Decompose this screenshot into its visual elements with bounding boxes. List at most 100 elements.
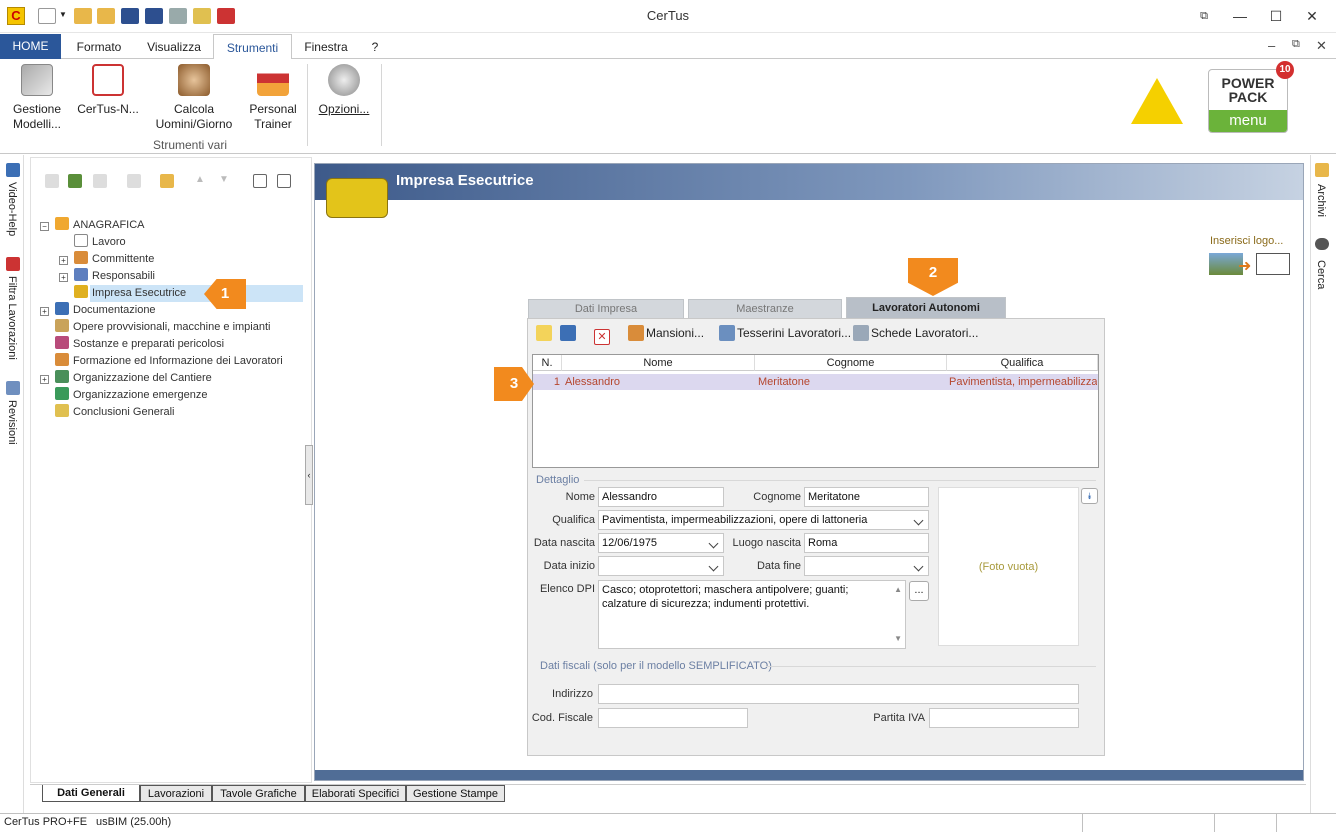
restore-ribbon-icon[interactable]: ⧉ [1190, 6, 1218, 26]
indirizzo-field[interactable] [598, 684, 1079, 704]
tree-node-sostanze[interactable]: Sostanze e preparati pericolosi [55, 336, 224, 353]
tree-node-lavoro[interactable]: Lavoro [74, 234, 126, 251]
new-node-icon[interactable] [45, 174, 59, 188]
tab-formato[interactable]: Formato [68, 34, 130, 59]
partita-iva-field[interactable] [929, 708, 1079, 728]
powerpack-menu-button[interactable]: POWER PACK menu [1208, 69, 1288, 133]
tree-expander[interactable]: − [40, 222, 49, 231]
archivi-icon[interactable] [1315, 163, 1329, 177]
collapse-detail-icon[interactable]: ⯯ [1081, 488, 1098, 504]
panel-splitter[interactable]: ‹ [305, 445, 313, 505]
scroll-up-icon[interactable]: ▲ [894, 583, 902, 597]
close-button[interactable]: ✕ [1298, 6, 1326, 26]
tree-node-documentazione[interactable]: Documentazione [55, 302, 156, 319]
cerca-tab[interactable]: Cerca [1315, 260, 1327, 289]
tab-elaborati-specifici[interactable]: Elaborati Specifici [305, 785, 406, 802]
grid-header-qualifica[interactable]: Qualifica [947, 355, 1098, 371]
cod-fiscale-field[interactable] [598, 708, 748, 728]
tree-node-committente[interactable]: Committente [74, 251, 154, 268]
tree-node-formazione[interactable]: Formazione ed Informazione dei Lavorator… [55, 353, 283, 370]
delete-worker-button[interactable]: ✕ [594, 325, 612, 345]
tesserini-button[interactable]: Tesserini Lavoratori... [719, 325, 851, 341]
tab-dati-generali[interactable]: Dati Generali [42, 785, 140, 802]
tab-maestranze[interactable]: Maestranze [688, 299, 842, 318]
tab-help[interactable]: ? [366, 34, 384, 59]
gestione-modelli-button[interactable]: Gestione Modelli... [6, 64, 68, 132]
mdi-restore-button[interactable]: ⧉ [1292, 38, 1300, 51]
schede-button[interactable]: Schede Lavoratori... [853, 325, 978, 341]
workers-grid [532, 354, 1099, 468]
tree-expander[interactable]: + [59, 256, 68, 265]
calcola-uomini-giorno-button[interactable]: Calcola Uomini/Giorno [150, 64, 238, 132]
tree-node-responsabili[interactable]: Responsabili [74, 268, 155, 285]
photo-placeholder[interactable]: (Foto vuota) [938, 487, 1079, 646]
video-help-tab[interactable]: Video-Help [6, 182, 18, 236]
move-up-icon[interactable]: ▲ [195, 174, 205, 185]
detail-section-title: Dettaglio [536, 474, 580, 486]
tree-node-impresa-esecutrice[interactable]: Impresa Esecutrice [74, 285, 186, 302]
tree-expander[interactable]: + [40, 307, 49, 316]
filtra-lavorazioni-tab[interactable]: Filtra Lavorazioni [6, 276, 18, 360]
maximize-button[interactable]: ☐ [1262, 6, 1290, 26]
tab-strumenti[interactable]: Strumenti [213, 34, 292, 60]
dpi-line-2: calzature di sicurezza; indumenti protet… [602, 598, 810, 610]
insert-worker-button[interactable] [560, 325, 578, 341]
grid-header-cognome[interactable]: Cognome [755, 355, 947, 371]
add-child-icon[interactable] [68, 174, 82, 188]
filter-icon[interactable] [6, 257, 20, 271]
archivi-tab[interactable]: Archivi [1315, 184, 1327, 217]
collapse-all-icon[interactable] [277, 174, 291, 188]
binoculars-icon[interactable] [1315, 238, 1329, 250]
bulldozer-icon [74, 285, 88, 298]
nome-field[interactable]: Alessandro [598, 487, 724, 507]
scroll-down-icon[interactable]: ▼ [894, 632, 902, 646]
tree-node-organizzazione-cantiere[interactable]: Organizzazione del Cantiere [55, 370, 212, 387]
luogo-nascita-field[interactable]: Roma [804, 533, 929, 553]
certus-n-button[interactable]: CerTus-N... [74, 64, 142, 117]
status-usbim: usBIM (25.00h) [96, 816, 172, 828]
tab-tavole-grafiche[interactable]: Tavole Grafiche [212, 785, 305, 802]
insert-logo-link[interactable]: Inserisci logo... [1210, 235, 1283, 247]
tree-expander[interactable]: + [40, 375, 49, 384]
personal-trainer-button[interactable]: Personal Trainer [244, 64, 302, 132]
document-icon [74, 234, 88, 247]
opzioni-button[interactable]: Opzioni... [314, 64, 374, 117]
minimize-button[interactable]: — [1226, 6, 1254, 26]
tab-finestra[interactable]: Finestra [296, 34, 356, 59]
tree-node-opere-provvisionali[interactable]: Opere provvisionali, macchine e impianti [55, 319, 270, 336]
import-icon[interactable] [127, 174, 141, 188]
grid-header-n[interactable]: N. [533, 355, 562, 371]
grid-header-nome[interactable]: Nome [562, 355, 755, 371]
data-fine-picker[interactable] [804, 556, 929, 576]
tab-dati-impresa[interactable]: Dati Impresa [528, 299, 684, 318]
mansioni-button[interactable]: Mansioni... [628, 325, 704, 341]
delete-node-icon[interactable] [93, 174, 107, 188]
tab-lavorazioni[interactable]: Lavorazioni [140, 785, 212, 802]
qualifica-select[interactable]: Pavimentista, impermeabilizzazioni, oper… [598, 510, 929, 530]
tab-lavoratori-autonomi[interactable]: Lavoratori Autonomi [846, 297, 1006, 318]
tree-node-anagrafica[interactable]: ANAGRAFICA [55, 217, 145, 234]
mdi-minimize-button[interactable]: – [1268, 38, 1275, 53]
tree-expander[interactable]: + [59, 273, 68, 282]
move-down-icon[interactable]: ▼ [219, 174, 229, 185]
revisioni-tab[interactable]: Revisioni [6, 400, 18, 445]
elenco-dpi-textarea[interactable]: Casco; otoprotettori; maschera antipolve… [598, 580, 906, 649]
mdi-close-button[interactable]: ✕ [1316, 38, 1327, 54]
logo-placeholder-icon[interactable] [1256, 253, 1290, 275]
library-icon[interactable] [160, 174, 174, 188]
tab-visualizza[interactable]: Visualizza [140, 34, 208, 59]
tree-node-conclusioni[interactable]: Conclusioni Generali [55, 404, 175, 421]
arrow-icon: ➜ [1238, 258, 1252, 275]
tree-node-organizzazione-emergenze[interactable]: Organizzazione emergenze [55, 387, 208, 404]
cognome-field[interactable]: Meritatone [804, 487, 929, 507]
new-worker-button[interactable] [536, 325, 554, 341]
expand-all-icon[interactable] [253, 174, 267, 188]
data-inizio-picker[interactable] [598, 556, 724, 576]
tab-gestione-stampe[interactable]: Gestione Stampe [406, 785, 505, 802]
dpi-browse-button[interactable]: ... [909, 581, 929, 601]
data-nascita-picker[interactable]: 12/06/1975 [598, 533, 724, 553]
tab-home[interactable]: HOME [0, 34, 61, 59]
revisioni-icon[interactable] [6, 381, 20, 395]
tree-panel [30, 157, 312, 783]
video-help-icon[interactable] [6, 163, 20, 177]
